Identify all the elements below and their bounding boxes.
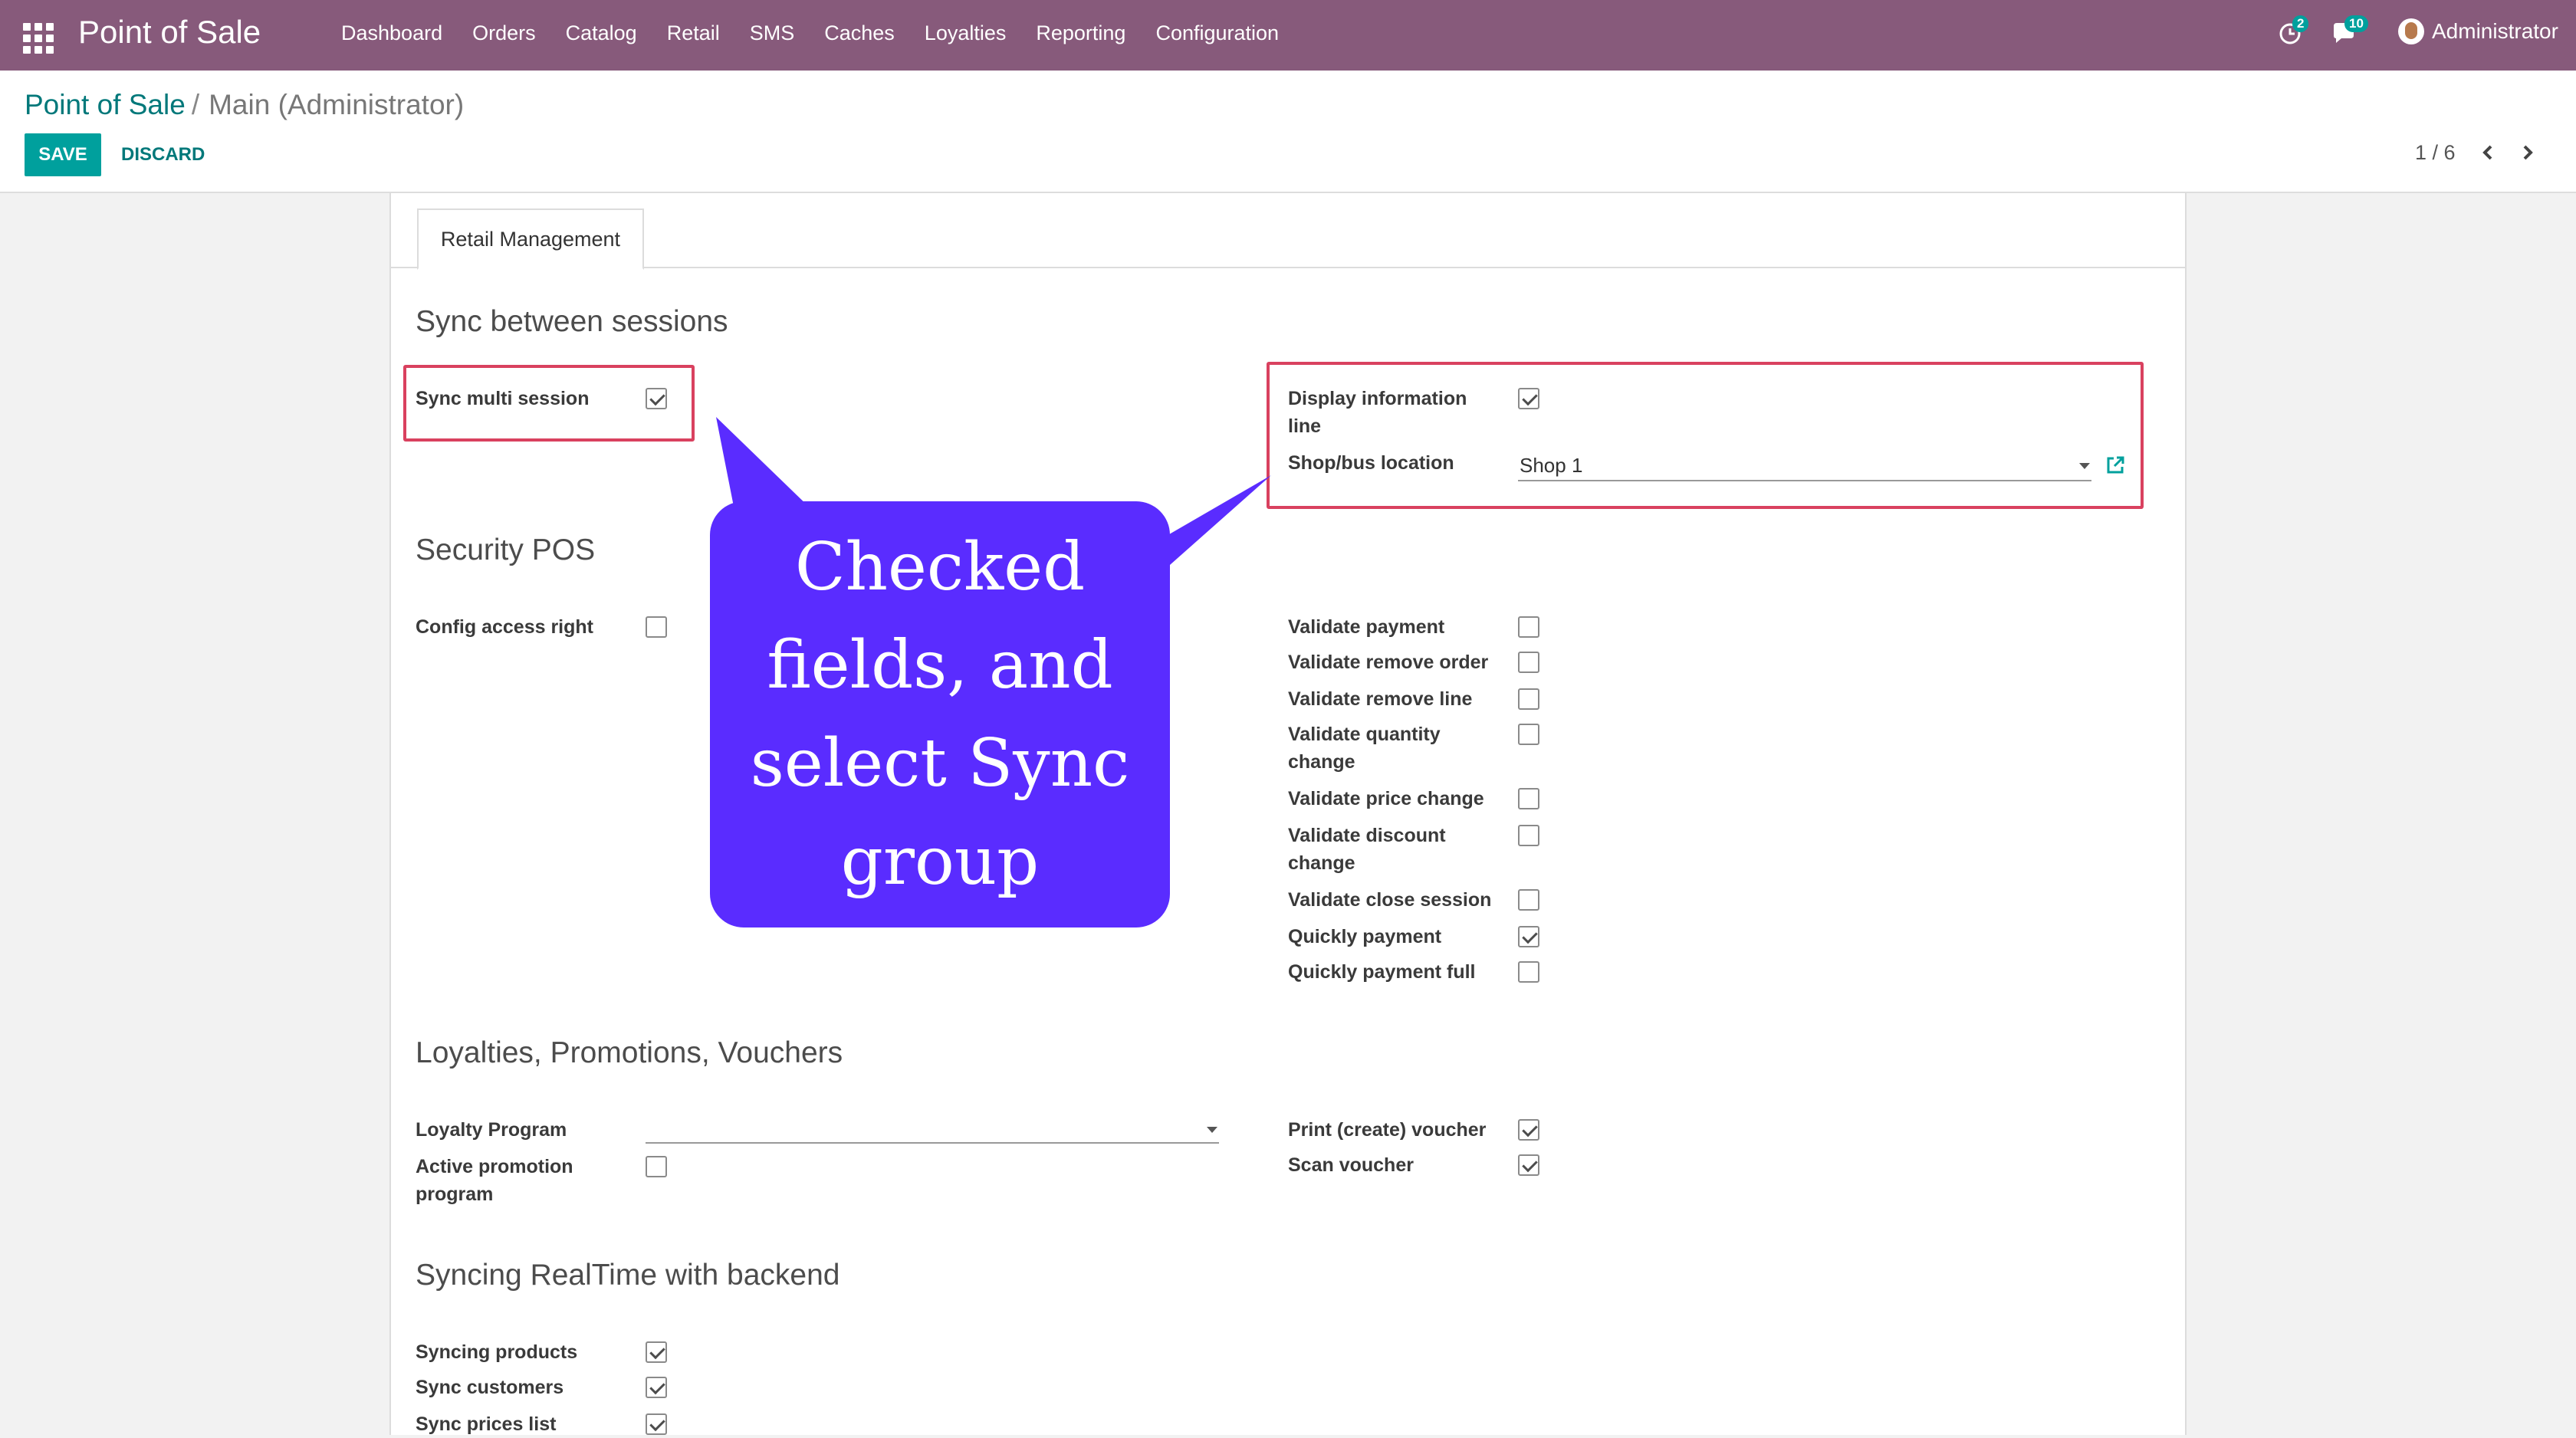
- messages-badge: 10: [2344, 15, 2368, 32]
- menu-retail[interactable]: Retail: [667, 21, 720, 45]
- checkbox-syncing-products[interactable]: [646, 1341, 667, 1363]
- tab-retail-management[interactable]: Retail Management: [417, 208, 644, 270]
- checkbox-active-promotion-program[interactable]: [646, 1156, 667, 1177]
- checkbox-quickly-payment-full[interactable]: [1518, 961, 1539, 983]
- user-menu[interactable]: Administrator: [2398, 18, 2558, 44]
- callout-line-2: fields, and: [767, 627, 1113, 704]
- checkbox-validate-remove-order[interactable]: [1518, 652, 1539, 673]
- menu-reporting[interactable]: Reporting: [1036, 21, 1125, 45]
- section-title-sync-sessions: Sync between sessions: [416, 305, 728, 338]
- checkbox-scan-voucher[interactable]: [1518, 1154, 1539, 1176]
- label-validate-quantity-1: Validate quantity: [1288, 724, 1441, 745]
- checkbox-validate-close-session[interactable]: [1518, 889, 1539, 911]
- label-sync-prices-list: Sync prices list: [416, 1413, 557, 1435]
- callout-line-1: Checked: [794, 529, 1086, 606]
- checkbox-sync-customers[interactable]: [646, 1377, 667, 1398]
- checkbox-validate-remove-line[interactable]: [1518, 688, 1539, 710]
- callout-bubble: Checked fields, and select Sync group: [710, 501, 1170, 927]
- checkbox-config-access-right[interactable]: [646, 616, 667, 638]
- section-title-loyalties: Loyalties, Promotions, Vouchers: [416, 1036, 843, 1069]
- apps-menu-icon[interactable]: [23, 23, 54, 54]
- label-sync-customers: Sync customers: [416, 1377, 564, 1398]
- label-quickly-payment: Quickly payment: [1288, 926, 1442, 947]
- label-active-promotion-1: Active promotion: [416, 1156, 573, 1177]
- label-validate-price-change: Validate price change: [1288, 788, 1484, 809]
- label-quickly-payment-full: Quickly payment full: [1288, 961, 1476, 983]
- menu-dashboard[interactable]: Dashboard: [341, 21, 442, 45]
- checkbox-print-voucher[interactable]: [1518, 1119, 1539, 1141]
- dropdown-caret-icon[interactable]: [1207, 1127, 1217, 1133]
- breadcrumb-current: Main (Administrator): [209, 89, 465, 120]
- checkbox-sync-prices-list[interactable]: [646, 1413, 667, 1435]
- menu-configuration[interactable]: Configuration: [1155, 21, 1279, 45]
- avatar: [2398, 18, 2424, 44]
- pager-previous-icon[interactable]: [2476, 141, 2499, 164]
- checkbox-quickly-payment[interactable]: [1518, 926, 1539, 947]
- discard-button[interactable]: DISCARD: [121, 144, 205, 166]
- breadcrumb: Point of Sale / Main (Administrator): [25, 89, 464, 121]
- breadcrumb-separator: /: [191, 89, 200, 120]
- highlight-box-sync-multi-session: [403, 365, 695, 442]
- label-validate-payment: Validate payment: [1288, 616, 1445, 638]
- activity-badge: 2: [2292, 15, 2309, 32]
- activity-clock-icon[interactable]: 2: [2277, 15, 2309, 48]
- section-title-realtime: Syncing RealTime with backend: [416, 1259, 840, 1292]
- top-navbar: Point of Sale Dashboard Orders Catalog R…: [0, 0, 2576, 71]
- label-config-access-right: Config access right: [416, 616, 593, 638]
- highlight-box-display-info-shop: [1267, 362, 2144, 509]
- menu-catalog[interactable]: Catalog: [566, 21, 637, 45]
- loyalty-program-underline: [646, 1142, 1219, 1144]
- label-scan-voucher: Scan voucher: [1288, 1154, 1414, 1176]
- user-name: Administrator: [2432, 19, 2558, 43]
- app-title[interactable]: Point of Sale: [78, 14, 261, 51]
- tab-bar: Retail Management: [391, 193, 2185, 270]
- label-active-promotion-2: program: [416, 1184, 494, 1205]
- messages-icon[interactable]: 10: [2331, 15, 2368, 48]
- menu-loyalties[interactable]: Loyalties: [925, 21, 1007, 45]
- label-validate-remove-order: Validate remove order: [1288, 652, 1489, 673]
- label-validate-close-session: Validate close session: [1288, 889, 1492, 911]
- pager-value[interactable]: 1 / 6: [2415, 141, 2456, 165]
- breadcrumb-parent[interactable]: Point of Sale: [25, 89, 186, 120]
- label-print-voucher: Print (create) voucher: [1288, 1119, 1487, 1141]
- label-validate-quantity-2: change: [1288, 751, 1355, 773]
- callout-line-3: select Sync: [750, 725, 1130, 802]
- menu-caches[interactable]: Caches: [824, 21, 895, 45]
- label-loyalty-program: Loyalty Program: [416, 1119, 567, 1141]
- pager-next-icon[interactable]: [2516, 141, 2539, 164]
- checkbox-validate-payment[interactable]: [1518, 616, 1539, 638]
- label-validate-remove-line: Validate remove line: [1288, 688, 1473, 710]
- label-validate-discount-2: change: [1288, 852, 1355, 874]
- callout-line-4: group: [840, 823, 1040, 900]
- checkbox-validate-price-change[interactable]: [1518, 788, 1539, 809]
- section-title-security-pos: Security POS: [416, 534, 596, 566]
- callout-text: Checked fields, and select Sync group: [751, 518, 1130, 911]
- menu-orders[interactable]: Orders: [472, 21, 536, 45]
- main-menu: Dashboard Orders Catalog Retail SMS Cach…: [341, 21, 1309, 45]
- label-syncing-products: Syncing products: [416, 1341, 578, 1363]
- label-validate-discount-1: Validate discount: [1288, 825, 1446, 846]
- control-panel: Point of Sale / Main (Administrator) SAVE …: [0, 71, 2576, 193]
- checkbox-validate-discount-change[interactable]: [1518, 825, 1539, 846]
- menu-sms[interactable]: SMS: [750, 21, 795, 45]
- save-button[interactable]: SAVE: [25, 133, 101, 176]
- checkbox-validate-quantity-change[interactable]: [1518, 724, 1539, 745]
